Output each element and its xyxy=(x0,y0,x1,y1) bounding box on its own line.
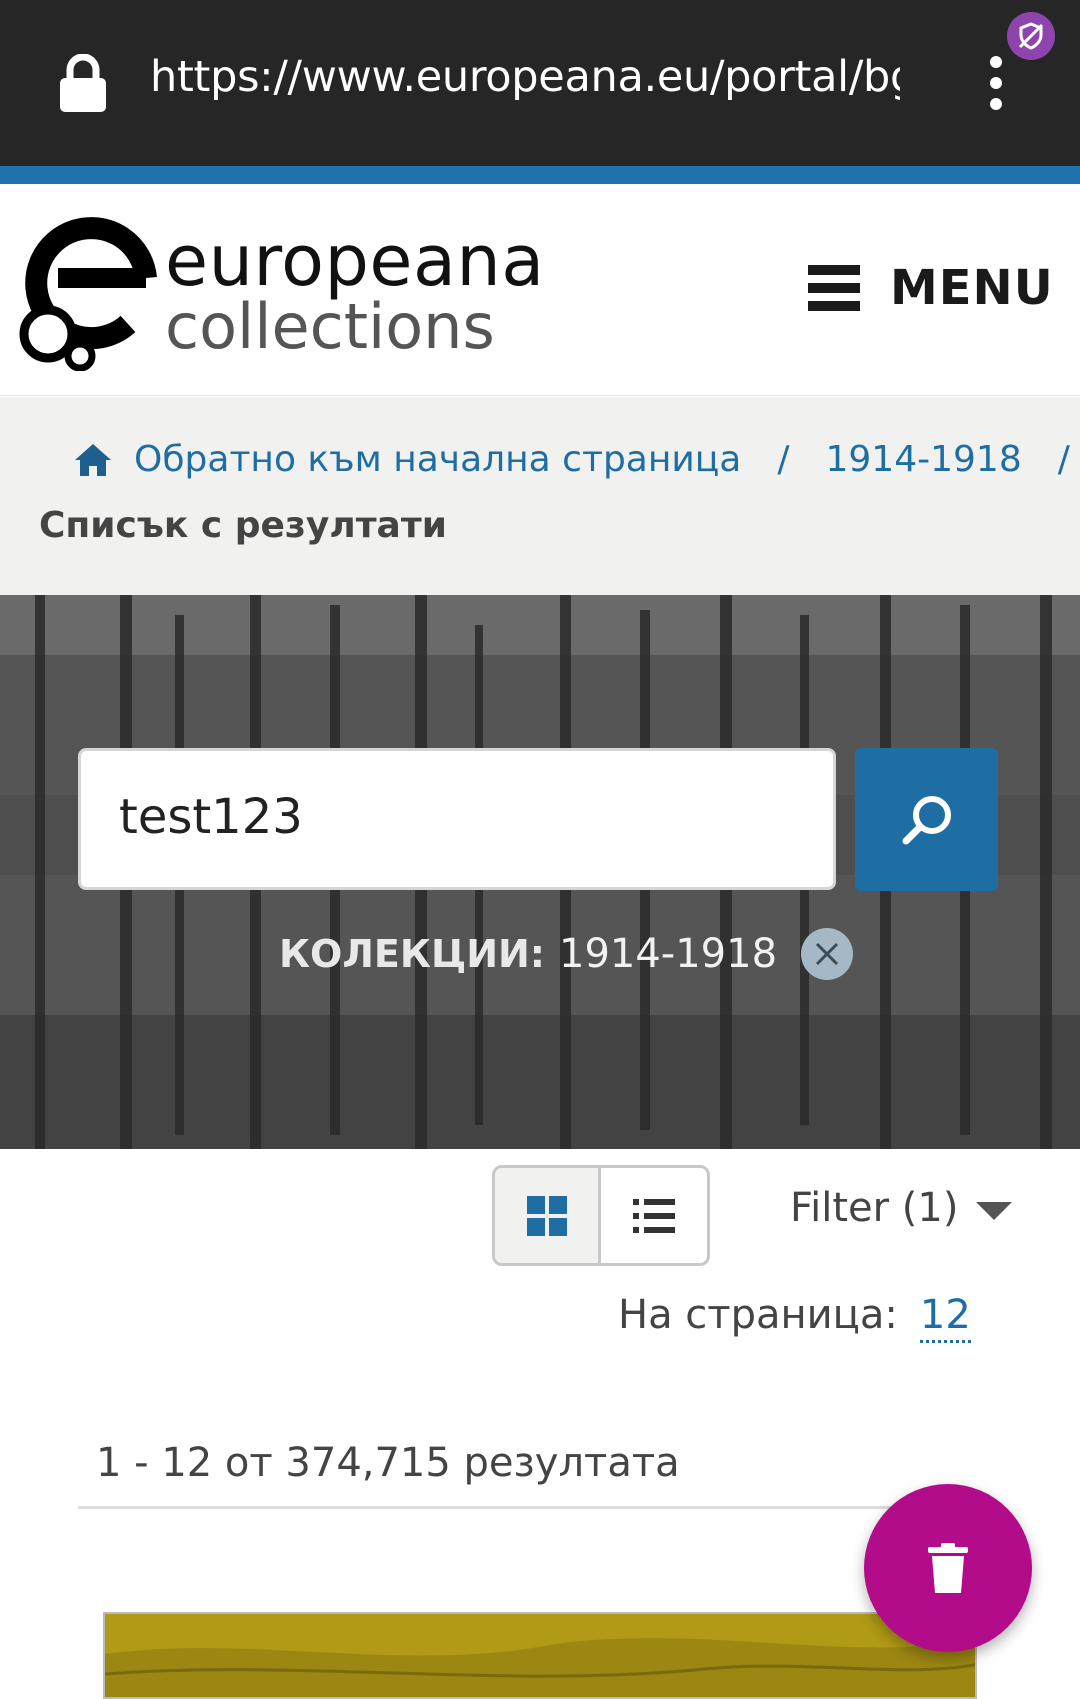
browser-url-bar: https://www.europeana.eu/portal/bg/ xyxy=(0,0,1080,166)
results-count: 1 - 12 от 374,715 резултата xyxy=(96,1440,680,1486)
active-filter-chip: КОЛЕКЦИИ: 1914-1918 xyxy=(279,928,854,980)
hamburger-icon xyxy=(808,265,860,311)
search-input[interactable] xyxy=(119,789,799,845)
result-image xyxy=(105,1614,975,1697)
breadcrumb-separator: / xyxy=(1057,439,1070,480)
view-toggle xyxy=(492,1165,710,1266)
close-icon[interactable] xyxy=(801,928,854,980)
lock-icon xyxy=(60,54,106,112)
breadcrumb-current: Списък с резултати xyxy=(39,505,447,546)
url-text[interactable]: https://www.europeana.eu/portal/bg/ xyxy=(150,52,900,102)
per-page-label: На страница: xyxy=(618,1292,898,1338)
clear-search-fab[interactable] xyxy=(864,1484,1032,1652)
search-button[interactable] xyxy=(855,748,998,891)
filter-chip-value: 1914-1918 xyxy=(559,931,778,977)
divider xyxy=(78,1506,908,1509)
menu-label: MENU xyxy=(890,260,1054,316)
grid-view-button[interactable] xyxy=(495,1168,601,1263)
header-accent-bar xyxy=(0,166,1080,184)
filter-chip-label: КОЛЕКЦИИ: xyxy=(279,932,545,976)
privacy-badge-icon[interactable] xyxy=(1007,12,1055,60)
filter-dropdown[interactable]: Filter (1) xyxy=(790,1185,1013,1231)
europeana-logo-icon[interactable] xyxy=(18,206,163,371)
grid-view-icon xyxy=(526,1195,567,1236)
more-vert-icon[interactable] xyxy=(984,56,1008,112)
search-field[interactable] xyxy=(78,748,836,890)
menu-button[interactable]: MENU xyxy=(808,260,1054,316)
home-icon[interactable] xyxy=(74,443,112,477)
filter-label: Filter (1) xyxy=(790,1185,959,1231)
logo-text-collections[interactable]: collections xyxy=(165,290,495,363)
per-page-select[interactable]: 12 xyxy=(919,1292,971,1343)
chevron-down-icon xyxy=(976,1202,1013,1220)
per-page-control: На страница: 12 xyxy=(618,1292,971,1343)
breadcrumb-collection-link[interactable]: 1914-1918 xyxy=(826,439,1022,480)
breadcrumb-separator: / xyxy=(777,439,790,480)
site-header: europeana collections MENU xyxy=(0,184,1080,396)
result-card-thumbnail[interactable] xyxy=(103,1612,977,1699)
search-icon xyxy=(902,795,951,844)
trash-icon xyxy=(928,1543,968,1593)
list-view-icon xyxy=(633,1198,675,1233)
breadcrumb: Обратно към начална страница / 1914-1918… xyxy=(0,397,1080,595)
breadcrumb-home-link[interactable]: Обратно към начална страница xyxy=(134,439,741,480)
list-view-button[interactable] xyxy=(601,1168,707,1263)
search-hero: КОЛЕКЦИИ: 1914-1918 xyxy=(0,595,1080,1149)
